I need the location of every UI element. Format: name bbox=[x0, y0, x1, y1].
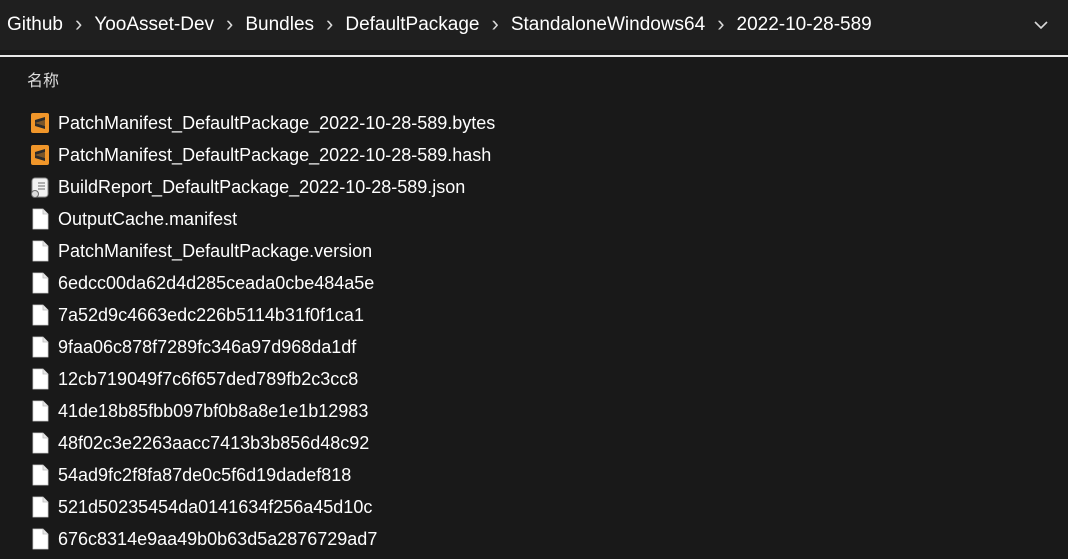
file-row[interactable]: 41de18b85fbb097bf0b8a8e1e1b12983 bbox=[0, 395, 1068, 427]
breadcrumb-item[interactable]: Github bbox=[7, 14, 63, 36]
breadcrumb-separator-icon[interactable]: › bbox=[226, 11, 233, 37]
breadcrumb-separator-icon[interactable]: › bbox=[326, 11, 333, 37]
file-name: PatchManifest_DefaultPackage.version bbox=[58, 240, 373, 261]
file-name: 9faa06c878f7289fc346a97d968da1df bbox=[58, 336, 357, 357]
file-row[interactable]: BuildReport_DefaultPackage_2022-10-28-58… bbox=[0, 171, 1068, 203]
blank-file-icon bbox=[29, 527, 51, 551]
file-row[interactable]: 676c8314e9aa49b0b63d5a2876729ad7 bbox=[0, 523, 1068, 555]
file-row[interactable]: PatchManifest_DefaultPackage_2022-10-28-… bbox=[0, 139, 1068, 171]
file-list: PatchManifest_DefaultPackage_2022-10-28-… bbox=[0, 107, 1068, 555]
sublime-file-icon bbox=[29, 111, 51, 135]
file-row[interactable]: 54ad9fc2f8fa87de0c5f6d19dadef818 bbox=[0, 459, 1068, 491]
file-name: 48f02c3e2263aacc7413b3b856d48c92 bbox=[58, 432, 370, 453]
breadcrumb-item[interactable]: YooAsset-Dev bbox=[94, 14, 214, 36]
blank-file-icon bbox=[29, 207, 51, 231]
breadcrumb: Github › YooAsset-Dev › Bundles › DefaultPacka… bbox=[0, 0, 872, 50]
file-row[interactable]: 48f02c3e2263aacc7413b3b856d48c92 bbox=[0, 427, 1068, 459]
file-row[interactable]: 9faa06c878f7289fc346a97d968da1df bbox=[0, 331, 1068, 363]
file-row[interactable]: 6edcc00da62d4d285ceada0cbe484a5e bbox=[0, 267, 1068, 299]
file-row[interactable]: 12cb719049f7c6f657ded789fb2c3cc8 bbox=[0, 363, 1068, 395]
file-name: 41de18b85fbb097bf0b8a8e1e1b12983 bbox=[58, 400, 369, 421]
blank-file-icon bbox=[29, 495, 51, 519]
file-name: BuildReport_DefaultPackage_2022-10-28-58… bbox=[58, 176, 466, 197]
file-row[interactable]: OutputCache.manifest bbox=[0, 203, 1068, 235]
breadcrumb-item[interactable]: DefaultPackage bbox=[345, 14, 479, 36]
column-header-name[interactable]: 名称 bbox=[27, 67, 59, 91]
address-bar[interactable]: Github › YooAsset-Dev › Bundles › DefaultPacka… bbox=[0, 0, 1068, 50]
blank-file-icon bbox=[29, 271, 51, 295]
file-name: PatchManifest_DefaultPackage_2022-10-28-… bbox=[58, 144, 492, 165]
chevron-down-icon[interactable] bbox=[1030, 14, 1052, 36]
sublime-file-icon bbox=[29, 143, 51, 167]
file-name: OutputCache.manifest bbox=[58, 208, 238, 229]
file-name: 6edcc00da62d4d285ceada0cbe484a5e bbox=[58, 272, 375, 293]
breadcrumb-item[interactable]: Bundles bbox=[245, 14, 314, 36]
file-name: 7a52d9c4663edc226b5114b31f0f1ca1 bbox=[58, 304, 364, 325]
file-name: 521d50235454da0141634f256a45d10c bbox=[58, 496, 373, 517]
breadcrumb-item[interactable]: StandaloneWindows64 bbox=[511, 14, 705, 36]
breadcrumb-separator-icon[interactable]: › bbox=[717, 11, 724, 37]
blank-file-icon bbox=[29, 239, 51, 263]
blank-file-icon bbox=[29, 463, 51, 487]
file-row[interactable]: 7a52d9c4663edc226b5114b31f0f1ca1 bbox=[0, 299, 1068, 331]
file-list-pane: 名称 PatchManifest_DefaultPackage_2022-10-… bbox=[0, 58, 1068, 559]
file-name: 676c8314e9aa49b0b63d5a2876729ad7 bbox=[58, 528, 378, 549]
breadcrumb-separator-icon[interactable]: › bbox=[492, 11, 499, 37]
breadcrumb-separator-icon[interactable]: › bbox=[75, 11, 82, 37]
file-row[interactable]: 521d50235454da0141634f256a45d10c bbox=[0, 491, 1068, 523]
file-row[interactable]: PatchManifest_DefaultPackage.version bbox=[0, 235, 1068, 267]
blank-file-icon bbox=[29, 303, 51, 327]
blank-file-icon bbox=[29, 431, 51, 455]
file-row[interactable]: PatchManifest_DefaultPackage_2022-10-28-… bbox=[0, 107, 1068, 139]
blank-file-icon bbox=[29, 399, 51, 423]
file-name: 12cb719049f7c6f657ded789fb2c3cc8 bbox=[58, 368, 359, 389]
address-bar-divider bbox=[0, 55, 1068, 57]
breadcrumb-item[interactable]: 2022-10-28-589 bbox=[737, 14, 872, 36]
file-name: 54ad9fc2f8fa87de0c5f6d19dadef818 bbox=[58, 464, 352, 485]
script-file-icon bbox=[29, 175, 51, 199]
file-name: PatchManifest_DefaultPackage_2022-10-28-… bbox=[58, 112, 496, 133]
blank-file-icon bbox=[29, 367, 51, 391]
blank-file-icon bbox=[29, 335, 51, 359]
